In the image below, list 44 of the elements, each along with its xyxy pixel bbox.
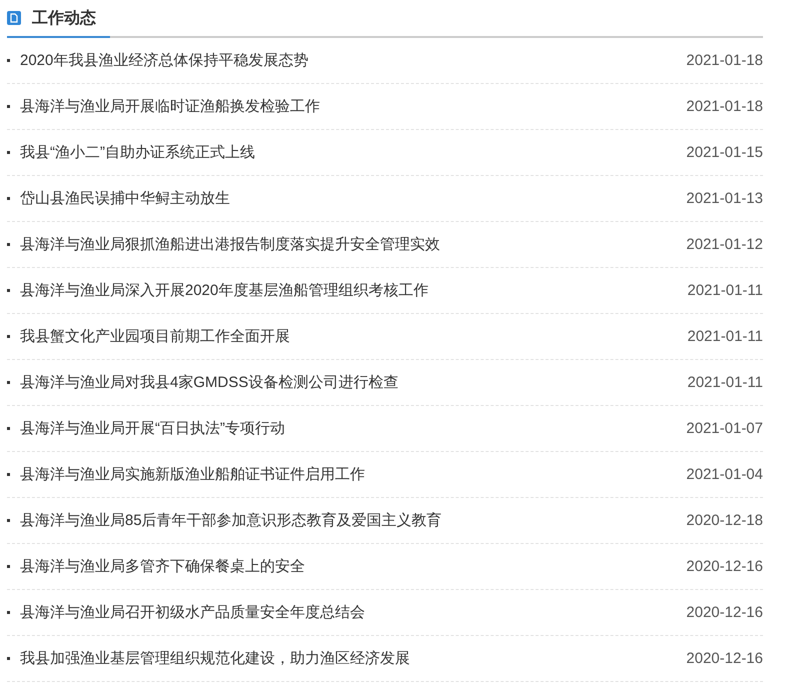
bullet-icon	[7, 59, 10, 62]
bullet-icon	[7, 565, 10, 568]
news-link[interactable]: 县海洋与渔业局召开初级水产品质量安全年度总结会	[20, 603, 686, 622]
news-date: 2021-01-12	[686, 236, 763, 253]
section-title: 工作动态	[32, 8, 96, 28]
news-link[interactable]: 我县“渔小二”自助办证系统正式上线	[20, 143, 686, 162]
news-date: 2021-01-07	[686, 420, 763, 437]
news-link[interactable]: 县海洋与渔业局85后青年干部参加意识形态教育及爱国主义教育	[20, 511, 686, 530]
news-date: 2020-12-16	[686, 558, 763, 575]
bullet-icon	[7, 197, 10, 200]
bullet-icon	[7, 427, 10, 430]
news-date: 2020-12-18	[686, 512, 763, 529]
bullet-icon	[7, 151, 10, 154]
news-date: 2020-12-16	[686, 604, 763, 621]
bullet-icon	[7, 473, 10, 476]
bullet-icon	[7, 611, 10, 614]
news-date: 2021-01-04	[686, 466, 763, 483]
news-link[interactable]: 2020年我县渔业经济总体保持平稳发展态势	[20, 51, 686, 70]
news-link[interactable]: 县海洋与渔业局对我县4家GMDSS设备检测公司进行检查	[20, 373, 688, 392]
news-date: 2021-01-18	[686, 98, 763, 115]
news-link[interactable]: 我县蟹文化产业园项目前期工作全面开展	[20, 327, 688, 346]
news-link[interactable]: 县海洋与渔业局多管齐下确保餐桌上的安全	[20, 557, 686, 576]
bullet-icon	[7, 289, 10, 292]
news-link[interactable]: 县海洋与渔业局开展临时证渔船换发检验工作	[20, 97, 686, 116]
document-icon	[7, 11, 21, 25]
bullet-icon	[7, 519, 10, 522]
bullet-icon	[7, 243, 10, 246]
news-date: 2021-01-15	[686, 144, 763, 161]
news-date: 2021-01-13	[686, 190, 763, 207]
bullet-icon	[7, 105, 10, 108]
news-link[interactable]: 县海洋与渔业局开展“百日执法”专项行动	[20, 419, 686, 438]
news-date: 2021-01-18	[686, 52, 763, 69]
news-link[interactable]: 县海洋与渔业局深入开展2020年度基层渔船管理组织考核工作	[20, 281, 688, 300]
news-date: 2021-01-11	[687, 328, 763, 345]
news-link[interactable]: 县海洋与渔业局实施新版渔业船舶证书证件启用工作	[20, 465, 686, 484]
bullet-icon	[7, 381, 10, 384]
bullet-icon	[7, 657, 10, 660]
news-link[interactable]: 县海洋与渔业局狠抓渔船进出港报告制度落实提升安全管理实效	[20, 235, 686, 254]
news-link[interactable]: 我县加强渔业基层管理组织规范化建设，助力渔区经济发展	[20, 649, 686, 668]
news-date: 2021-01-11	[687, 282, 763, 299]
news-link[interactable]: 岱山县渔民误捕中华鲟主动放生	[20, 189, 686, 208]
news-date: 2020-12-16	[686, 650, 763, 667]
news-date: 2021-01-11	[687, 374, 763, 391]
bullet-icon	[7, 335, 10, 338]
